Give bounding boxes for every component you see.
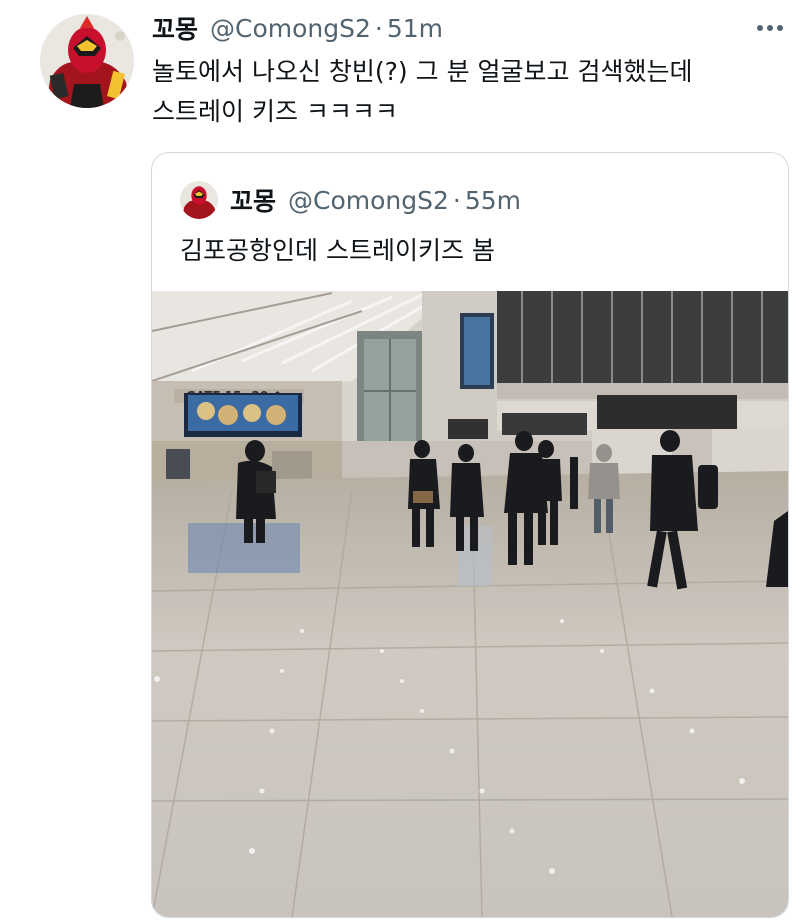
tweet-time[interactable]: 51m <box>387 14 443 43</box>
tweet[interactable]: 꼬몽 @ComongS2 · 51m 놀토에서 나오신 창빈(?) 그 분 얼굴… <box>0 0 800 924</box>
quoted-author-handle: @ComongS2 <box>288 185 449 215</box>
masked-hero-avatar-image <box>180 181 218 219</box>
quoted-tweet-text: 김포공항인데 스트레이키즈 봄 <box>180 236 495 265</box>
quoted-tweet-time: 55m <box>464 185 522 215</box>
separator-dot: · <box>452 185 461 215</box>
tweet-header: 꼬몽 @ComongS2 · 51m <box>152 10 443 46</box>
quoted-tweet-photo[interactable]: GATE 15~20 ↑ <box>152 291 788 917</box>
quoted-tweet-header: 꼬몽 @ComongS2 · 55m <box>230 182 521 218</box>
more-horizontal-icon <box>757 25 783 31</box>
separator-dot: · <box>374 13 383 43</box>
airport-terminal-photo: GATE 15~20 ↑ <box>152 291 788 917</box>
tweet-text-line: 놀토에서 나오신 창빈(?) 그 분 얼굴보고 검색했는데 <box>152 57 693 86</box>
author-name[interactable]: 꼬몽 <box>152 10 198 46</box>
quoted-author-avatar[interactable] <box>180 181 218 219</box>
quoted-author-name: 꼬몽 <box>230 187 277 216</box>
author-avatar[interactable] <box>40 14 134 108</box>
author-handle[interactable]: @ComongS2 <box>210 14 371 43</box>
tweet-text-line: 스트레이 키즈 ㅋㅋㅋㅋ <box>152 97 398 126</box>
masked-hero-avatar-image <box>40 14 134 108</box>
quoted-tweet[interactable]: 꼬몽 @ComongS2 · 55m 김포공항인데 스트레이키즈 봄 <box>151 152 789 918</box>
more-options-button[interactable] <box>752 16 788 40</box>
tweet-text: 놀토에서 나오신 창빈(?) 그 분 얼굴보고 검색했는데 스트레이 키즈 ㅋㅋ… <box>152 52 792 132</box>
